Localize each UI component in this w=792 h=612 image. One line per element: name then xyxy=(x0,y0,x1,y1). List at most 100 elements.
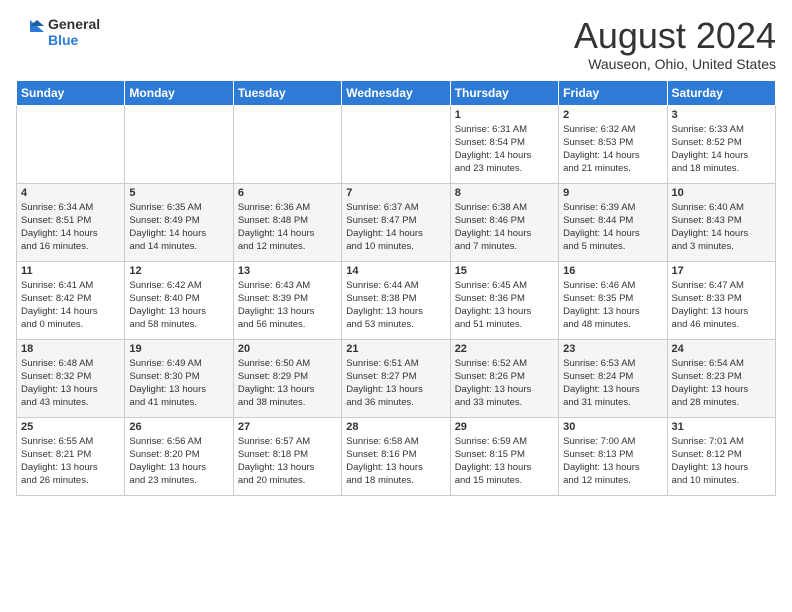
day-info: Sunrise: 6:58 AM Sunset: 8:16 PM Dayligh… xyxy=(346,435,445,488)
calendar-cell: 23 Sunrise: 6:53 AM Sunset: 8:24 PM Dayli… xyxy=(559,339,667,417)
day-number: 12 xyxy=(129,265,228,277)
day-number: 14 xyxy=(346,265,445,277)
week-row-1: 1 Sunrise: 6:31 AM Sunset: 8:54 PM Daylig… xyxy=(17,105,776,183)
calendar-cell: 8 Sunrise: 6:38 AM Sunset: 8:46 PM Daylig… xyxy=(450,183,558,261)
calendar-cell: 30Sunrise: 7:00 AM Sunset: 8:13 PM Dayli… xyxy=(559,417,667,495)
day-info: Sunrise: 6:43 AM Sunset: 8:39 PM Dayligh… xyxy=(238,279,337,332)
day-info: Sunrise: 6:33 AM Sunset: 8:52 PM Dayligh… xyxy=(672,123,771,176)
calendar-cell: 26 Sunrise: 6:56 AM Sunset: 8:20 PM Dayli… xyxy=(125,417,233,495)
calendar-cell: 13 Sunrise: 6:43 AM Sunset: 8:39 PM Dayli… xyxy=(233,261,341,339)
week-row-3: 11Sunrise: 6:41 AM Sunset: 8:42 PM Dayli… xyxy=(17,261,776,339)
header-sunday: Sunday xyxy=(17,80,125,105)
day-info: Sunrise: 6:53 AM Sunset: 8:24 PM Dayligh… xyxy=(563,357,662,410)
day-number: 6 xyxy=(238,187,337,199)
calendar-cell: 6 Sunrise: 6:36 AM Sunset: 8:48 PM Daylig… xyxy=(233,183,341,261)
header-monday: Monday xyxy=(125,80,233,105)
weekday-header-row: Sunday Monday Tuesday Wednesday Thursday… xyxy=(17,80,776,105)
calendar-cell xyxy=(233,105,341,183)
day-number: 29 xyxy=(455,421,554,433)
header-saturday: Saturday xyxy=(667,80,775,105)
day-info: Sunrise: 6:31 AM Sunset: 8:54 PM Dayligh… xyxy=(455,123,554,176)
day-number: 21 xyxy=(346,343,445,355)
week-row-4: 18Sunrise: 6:48 AM Sunset: 8:32 PM Dayli… xyxy=(17,339,776,417)
header-friday: Friday xyxy=(559,80,667,105)
calendar-cell xyxy=(125,105,233,183)
calendar-cell: 7Sunrise: 6:37 AM Sunset: 8:47 PM Daylig… xyxy=(342,183,450,261)
day-number: 15 xyxy=(455,265,554,277)
calendar-cell: 5 Sunrise: 6:35 AM Sunset: 8:49 PM Daylig… xyxy=(125,183,233,261)
day-number: 10 xyxy=(672,187,771,199)
calendar-cell: 25 Sunrise: 6:55 AM Sunset: 8:21 PM Dayli… xyxy=(17,417,125,495)
day-number: 17 xyxy=(672,265,771,277)
logo-general-text: General xyxy=(48,16,100,32)
day-info: Sunrise: 6:35 AM Sunset: 8:49 PM Dayligh… xyxy=(129,201,228,254)
calendar-cell: 4Sunrise: 6:34 AM Sunset: 8:51 PM Daylig… xyxy=(17,183,125,261)
calendar-cell: 21Sunrise: 6:51 AM Sunset: 8:27 PM Dayli… xyxy=(342,339,450,417)
header-wednesday: Wednesday xyxy=(342,80,450,105)
day-info: Sunrise: 6:36 AM Sunset: 8:48 PM Dayligh… xyxy=(238,201,337,254)
calendar-cell: 28 Sunrise: 6:58 AM Sunset: 8:16 PM Dayli… xyxy=(342,417,450,495)
header-thursday: Thursday xyxy=(450,80,558,105)
day-number: 8 xyxy=(455,187,554,199)
calendar-cell: 29 Sunrise: 6:59 AM Sunset: 8:15 PM Dayli… xyxy=(450,417,558,495)
day-info: Sunrise: 6:56 AM Sunset: 8:20 PM Dayligh… xyxy=(129,435,228,488)
day-info: Sunrise: 6:59 AM Sunset: 8:15 PM Dayligh… xyxy=(455,435,554,488)
day-number: 3 xyxy=(672,109,771,121)
day-number: 5 xyxy=(129,187,228,199)
day-info: Sunrise: 6:55 AM Sunset: 8:21 PM Dayligh… xyxy=(21,435,120,488)
day-info: Sunrise: 6:50 AM Sunset: 8:29 PM Dayligh… xyxy=(238,357,337,410)
day-number: 27 xyxy=(238,421,337,433)
day-info: Sunrise: 6:54 AM Sunset: 8:23 PM Dayligh… xyxy=(672,357,771,410)
day-info: Sunrise: 6:45 AM Sunset: 8:36 PM Dayligh… xyxy=(455,279,554,332)
day-number: 18 xyxy=(21,343,120,355)
calendar-cell: 31Sunrise: 7:01 AM Sunset: 8:12 PM Dayli… xyxy=(667,417,775,495)
calendar-cell: 11Sunrise: 6:41 AM Sunset: 8:42 PM Dayli… xyxy=(17,261,125,339)
day-number: 9 xyxy=(563,187,662,199)
calendar-subtitle: Wauseon, Ohio, United States xyxy=(574,56,776,72)
day-info: Sunrise: 6:49 AM Sunset: 8:30 PM Dayligh… xyxy=(129,357,228,410)
calendar-cell: 1 Sunrise: 6:31 AM Sunset: 8:54 PM Daylig… xyxy=(450,105,558,183)
day-number: 22 xyxy=(455,343,554,355)
day-info: Sunrise: 6:41 AM Sunset: 8:42 PM Dayligh… xyxy=(21,279,120,332)
day-info: Sunrise: 6:52 AM Sunset: 8:26 PM Dayligh… xyxy=(455,357,554,410)
day-info: Sunrise: 7:01 AM Sunset: 8:12 PM Dayligh… xyxy=(672,435,771,488)
week-row-5: 25 Sunrise: 6:55 AM Sunset: 8:21 PM Dayli… xyxy=(17,417,776,495)
calendar-title: August 2024 xyxy=(574,16,776,56)
day-info: Sunrise: 6:44 AM Sunset: 8:38 PM Dayligh… xyxy=(346,279,445,332)
calendar-cell: 17 Sunrise: 6:47 AM Sunset: 8:33 PM Dayli… xyxy=(667,261,775,339)
day-info: Sunrise: 6:38 AM Sunset: 8:46 PM Dayligh… xyxy=(455,201,554,254)
calendar-cell: 16Sunrise: 6:46 AM Sunset: 8:35 PM Dayli… xyxy=(559,261,667,339)
day-number: 26 xyxy=(129,421,228,433)
calendar-cell: 10 Sunrise: 6:40 AM Sunset: 8:43 PM Dayli… xyxy=(667,183,775,261)
day-number: 23 xyxy=(563,343,662,355)
day-info: Sunrise: 6:34 AM Sunset: 8:51 PM Dayligh… xyxy=(21,201,120,254)
day-info: Sunrise: 6:46 AM Sunset: 8:35 PM Dayligh… xyxy=(563,279,662,332)
calendar-cell: 20 Sunrise: 6:50 AM Sunset: 8:29 PM Dayli… xyxy=(233,339,341,417)
calendar-cell: 19 Sunrise: 6:49 AM Sunset: 8:30 PM Dayli… xyxy=(125,339,233,417)
day-number: 1 xyxy=(455,109,554,121)
calendar-table: Sunday Monday Tuesday Wednesday Thursday… xyxy=(16,80,776,496)
day-number: 25 xyxy=(21,421,120,433)
title-block: August 2024 Wauseon, Ohio, United States xyxy=(574,16,776,72)
day-info: Sunrise: 7:00 AM Sunset: 8:13 PM Dayligh… xyxy=(563,435,662,488)
header: General Blue August 2024 Wauseon, Ohio, … xyxy=(16,16,776,72)
header-tuesday: Tuesday xyxy=(233,80,341,105)
day-info: Sunrise: 6:47 AM Sunset: 8:33 PM Dayligh… xyxy=(672,279,771,332)
day-number: 24 xyxy=(672,343,771,355)
calendar-cell xyxy=(342,105,450,183)
day-number: 19 xyxy=(129,343,228,355)
day-info: Sunrise: 6:57 AM Sunset: 8:18 PM Dayligh… xyxy=(238,435,337,488)
day-info: Sunrise: 6:40 AM Sunset: 8:43 PM Dayligh… xyxy=(672,201,771,254)
day-number: 2 xyxy=(563,109,662,121)
logo-blue-text: Blue xyxy=(48,32,100,48)
logo-svg xyxy=(16,18,44,46)
day-number: 28 xyxy=(346,421,445,433)
day-number: 20 xyxy=(238,343,337,355)
day-info: Sunrise: 6:42 AM Sunset: 8:40 PM Dayligh… xyxy=(129,279,228,332)
page: General Blue August 2024 Wauseon, Ohio, … xyxy=(0,0,792,504)
day-info: Sunrise: 6:39 AM Sunset: 8:44 PM Dayligh… xyxy=(563,201,662,254)
day-number: 13 xyxy=(238,265,337,277)
calendar-cell: 22 Sunrise: 6:52 AM Sunset: 8:26 PM Dayli… xyxy=(450,339,558,417)
calendar-cell: 2Sunrise: 6:32 AM Sunset: 8:53 PM Daylig… xyxy=(559,105,667,183)
day-number: 7 xyxy=(346,187,445,199)
